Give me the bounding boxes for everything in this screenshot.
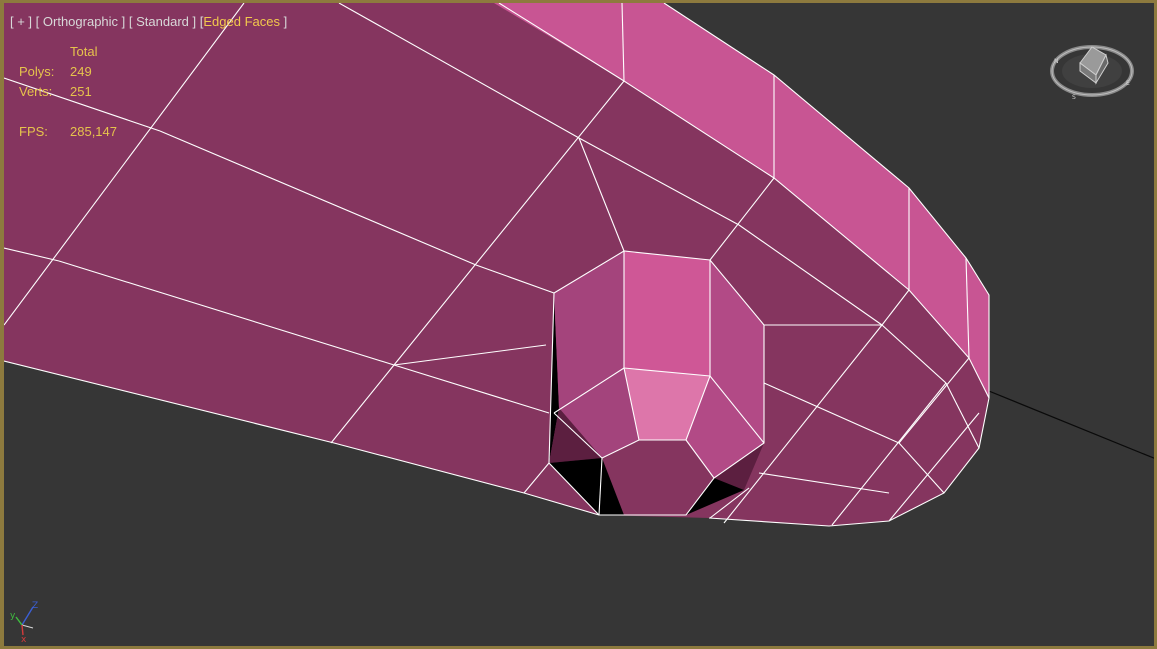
axis-z-label: Z [32,601,38,611]
svg-text:N: N [1054,58,1059,65]
svg-text:S: S [1072,94,1076,101]
verts-value: 251 [70,84,92,99]
axis-tripod-icon: y Z x [10,601,38,643]
viewport-edged-menu[interactable]: [Edged Faces ] [200,14,287,29]
viewport[interactable]: [ + ] [ Orthographic ] [ Standard ] [Edg… [0,0,1157,649]
viewcube-icon[interactable]: N E S [1050,41,1134,103]
svg-text:E: E [1126,80,1130,87]
mesh-surface-dark [4,3,989,526]
knob-front-face [624,251,710,376]
fps-value: 285,147 [70,124,117,139]
mesh-scene[interactable] [4,3,1157,649]
viewport-shading-menu[interactable]: [ Standard ] [129,14,196,29]
verts-label: Verts: [19,84,53,99]
axis-x-label: x [21,635,27,643]
stats-header: Total [70,44,98,59]
viewport-plus-menu[interactable]: [ + ] [10,14,32,29]
polys-value: 249 [70,64,92,79]
polys-label: Polys: [19,64,55,79]
viewport-view-menu[interactable]: [ Orthographic ] [36,14,126,29]
viewport-label-bar: [ + ] [ Orthographic ] [ Standard ] [Edg… [10,14,287,30]
axis-y-label: y [10,611,16,621]
fps-label: FPS: [19,124,48,139]
grid-line [978,386,1154,459]
